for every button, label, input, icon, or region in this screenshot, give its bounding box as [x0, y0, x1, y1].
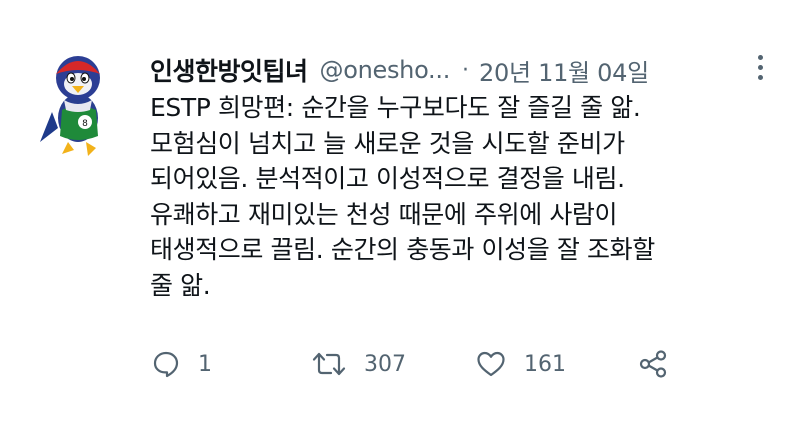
tweet-date[interactable]: 20년 11월 04일	[479, 53, 649, 88]
share-button[interactable]	[638, 344, 668, 384]
display-name[interactable]: 인생한방잇팁녀	[150, 52, 308, 88]
like-count: 161	[524, 351, 566, 377]
svg-text:8: 8	[82, 119, 88, 129]
retweet-icon	[312, 352, 346, 376]
more-vertical-icon[interactable]	[754, 55, 766, 85]
tweet-text: ESTP 희망편: 순간을 누구보다도 잘 즐길 줄 앎. 모험심이 넘치고 늘…	[150, 90, 790, 303]
tweet: 8 인생한방잇팁녀 @onesho... · 20년 11월 04일 ESTP …	[0, 0, 800, 448]
reply-icon	[153, 351, 179, 378]
reply-button[interactable]: 1	[152, 344, 212, 384]
share-icon	[639, 350, 667, 378]
header-separator: ·	[462, 57, 470, 83]
reply-count: 1	[198, 351, 212, 377]
like-button[interactable]: 161	[476, 344, 566, 384]
heart-icon	[477, 351, 505, 377]
tweet-text-line: 모험심이 넘치고 늘 새로운 것을 시도할 준비가	[150, 128, 625, 158]
user-handle[interactable]: @onesho...	[320, 56, 451, 84]
tweet-text-line: ESTP 희망편: 순간을 누구보다도 잘 즐길 줄 앎.	[150, 93, 641, 122]
bird-mascot-avatar-icon: 8	[40, 56, 100, 156]
retweet-button[interactable]: 307	[312, 344, 406, 384]
retweet-count: 307	[364, 351, 406, 377]
tweet-text-line: 줄 앎.	[150, 270, 211, 300]
avatar[interactable]: 8	[38, 50, 114, 162]
tweet-text-line: 되어있음. 분석적이고 이성적으로 결정을 내림.	[150, 164, 625, 193]
tweet-text-line: 태생적으로 끌림. 순간의 충동과 이성을 잘 조화할	[150, 235, 655, 264]
tweet-text-line: 유쾌하고 재미있는 천성 때문에 주위에 사람이	[150, 199, 618, 229]
tweet-actions: 1 307 161	[150, 344, 750, 384]
tweet-header: 인생한방잇팁녀 @onesho... · 20년 11월 04일	[150, 50, 649, 90]
